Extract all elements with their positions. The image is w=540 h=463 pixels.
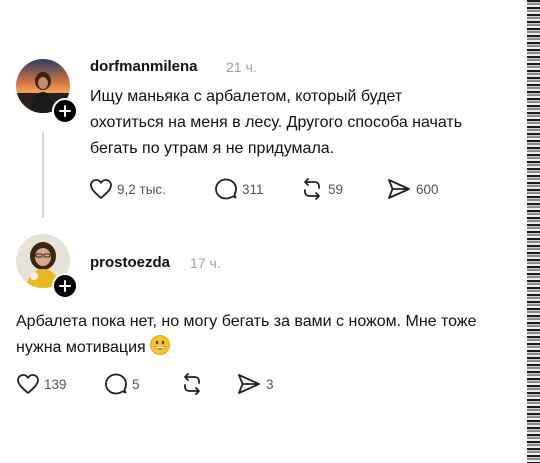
grinning-face-emoji <box>149 335 170 364</box>
comment-bubble-icon <box>215 178 237 200</box>
comment-text: Ищу маньяка с арбалетом, который будет о… <box>90 88 463 157</box>
follow-button[interactable] <box>52 98 78 124</box>
repost-count: 59 <box>328 181 344 197</box>
comment-bubble-icon <box>105 373 127 395</box>
thread-connector <box>42 132 44 218</box>
heart-icon <box>17 374 39 394</box>
share-button[interactable]: 3 <box>236 372 274 396</box>
repost-button[interactable]: 59 <box>300 177 343 201</box>
plus-icon <box>59 105 71 117</box>
timestamp: 21 ч. <box>226 59 257 75</box>
repost-button[interactable] <box>180 372 204 396</box>
like-count: 139 <box>44 376 67 392</box>
share-button[interactable]: 600 <box>386 177 439 201</box>
heart-icon <box>90 179 112 199</box>
like-count: 9,2 тыс. <box>117 181 166 197</box>
share-count: 600 <box>416 181 439 197</box>
send-arrow-icon <box>238 374 260 394</box>
comment-text-content: Арбалета пока нет, но могу бегать за вам… <box>16 313 477 356</box>
like-button[interactable]: 9,2 тыс. <box>89 177 166 201</box>
username[interactable]: prostoezda <box>90 254 170 271</box>
reply-button[interactable]: 5 <box>104 372 140 396</box>
reply-count: 5 <box>132 376 140 392</box>
reply-button[interactable]: 311 <box>214 177 264 201</box>
share-count: 3 <box>266 376 274 392</box>
send-arrow-icon <box>388 179 410 199</box>
comment-text: Арбалета пока нет, но могу бегать за вам… <box>16 309 521 364</box>
plus-icon <box>59 280 71 292</box>
follow-button[interactable] <box>52 273 78 299</box>
repost-arrows-icon <box>304 178 320 200</box>
username[interactable]: dorfmanmilena <box>90 58 198 75</box>
like-button[interactable]: 139 <box>16 372 67 396</box>
screen-edge-strip <box>527 0 540 463</box>
reply-count: 311 <box>242 181 264 197</box>
repost-arrows-icon <box>184 373 200 395</box>
timestamp: 17 ч. <box>190 255 221 271</box>
